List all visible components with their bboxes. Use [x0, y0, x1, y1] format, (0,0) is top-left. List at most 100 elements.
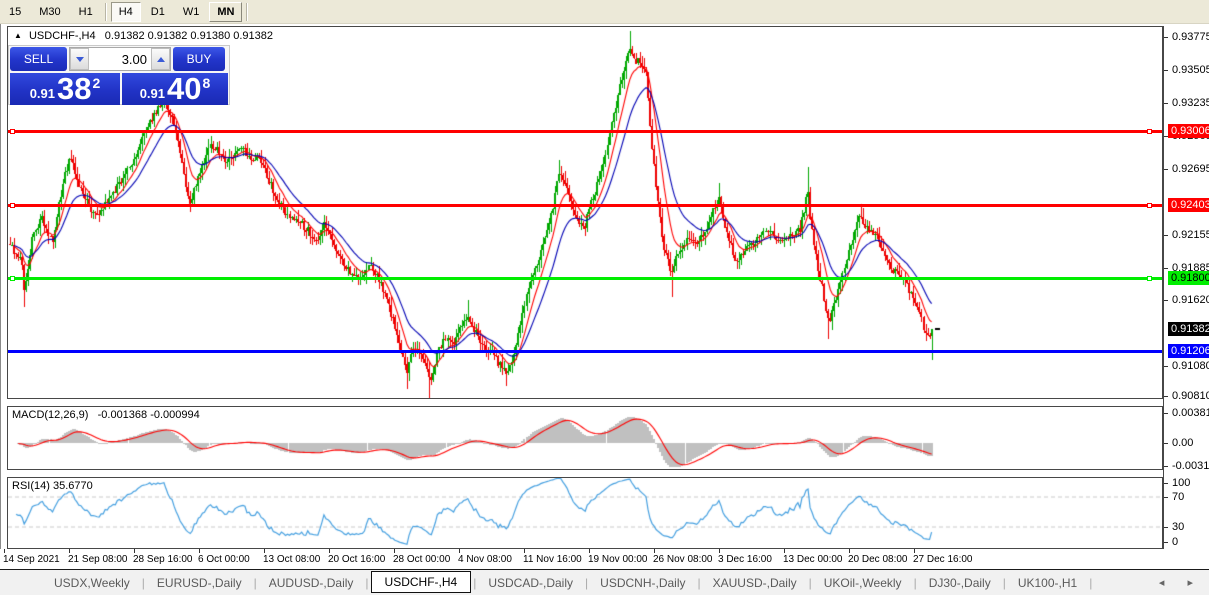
timeframe-button-D1[interactable]: D1	[143, 2, 173, 22]
horizontal-level-line-0.93006[interactable]	[8, 129, 1162, 134]
time-axis-label: 27 Dec 16:00	[913, 554, 973, 565]
sell-button[interactable]: SELL	[10, 47, 67, 71]
time-axis-label: 21 Sep 08:00	[68, 554, 128, 565]
time-axis-label: 13 Oct 08:00	[263, 554, 321, 565]
macd-axis-label: 0.003811	[1172, 407, 1209, 419]
price-axis-label: 0.92155	[1172, 229, 1209, 241]
chart-tab-10[interactable]: UK100-,H1	[1008, 573, 1087, 593]
tab-separator: |	[473, 575, 477, 590]
chart-tab-4[interactable]: USDCHF-,H4	[370, 570, 472, 593]
price-axis-label: 0.90810	[1172, 390, 1209, 402]
line-handle	[1147, 276, 1152, 281]
timeframe-button-H4[interactable]: H4	[110, 1, 141, 22]
bid-price-prefix: 0.91	[29, 86, 56, 101]
time-axis-label: 28 Oct 00:00	[393, 554, 451, 565]
price-axis-tick	[1164, 366, 1168, 367]
horizontal-level-line-0.92403[interactable]	[8, 203, 1162, 208]
tab-scroll-right-icon[interactable]: ▸	[1187, 577, 1203, 589]
macd-indicator-panel: MACD(12,26,9) -0.001368 -0.000994	[7, 406, 1163, 470]
chart-tab-3[interactable]: AUDUSD-,Daily	[259, 573, 364, 593]
price-axis: 0.937750.935050.932350.929650.926950.921…	[1163, 26, 1209, 549]
time-axis-tick	[784, 549, 785, 553]
time-axis-tick	[849, 549, 850, 553]
tab-separator: |	[585, 575, 589, 590]
volume-increase-button[interactable]	[151, 48, 170, 70]
macd-axis-tick	[1164, 466, 1168, 467]
rsi-axis-label: 0	[1172, 536, 1179, 548]
chart-tab-2[interactable]: EURUSD-,Daily	[147, 573, 252, 593]
price-axis-tick	[1164, 235, 1168, 236]
time-axis-tick	[329, 549, 330, 553]
rsi-axis-label: 70	[1172, 491, 1185, 503]
main-chart-panel: ▲ USDCHF-,H4 0.91382 0.91382 0.91380 0.9…	[7, 26, 1163, 399]
chart-symbol-period: USDCHF-,H4	[28, 30, 96, 42]
line-handle	[1147, 129, 1152, 134]
time-axis-label: 19 Nov 00:00	[588, 554, 648, 565]
price-axis-label: 0.91080	[1172, 360, 1209, 372]
time-axis-label: 20 Oct 16:00	[328, 554, 386, 565]
chart-title: ▲ USDCHF-,H4 0.91382 0.91382 0.91380 0.9…	[14, 30, 273, 42]
horizontal-level-line-0.91800[interactable]	[8, 276, 1162, 281]
price-axis-label: 0.92695	[1172, 163, 1209, 175]
chart-tab-bar: USDX,Weekly | EURUSD-,Daily | AUDUSD-,Daily |…	[0, 569, 1209, 595]
collapse-triangle-icon[interactable]: ▲	[14, 31, 22, 40]
rsi-label: RSI(14) 35.6770	[12, 480, 93, 492]
toolbar-separator	[246, 2, 249, 21]
line-handle	[10, 129, 15, 134]
chart-tab-1[interactable]: USDX,Weekly	[44, 573, 140, 593]
horizontal-level-line-0.91206[interactable]	[8, 350, 1162, 353]
bid-price-point: 2	[92, 75, 101, 91]
rsi-chart[interactable]	[8, 478, 1162, 548]
tab-scroll-arrows: ◂ ▸	[1159, 576, 1203, 589]
time-axis-tick	[69, 549, 70, 553]
time-axis-tick	[914, 549, 915, 553]
line-handle	[10, 276, 15, 281]
timeframe-button-MN[interactable]: MN	[209, 1, 243, 22]
time-axis-label: 26 Nov 08:00	[653, 554, 713, 565]
time-axis: 14 Sep 2021 21 Sep 08:00 28 Sep 16:00 6 Oct…	[0, 549, 1163, 569]
macd-values: -0.001368 -0.000994	[97, 409, 200, 421]
volume-input[interactable]	[89, 48, 151, 70]
time-axis-label: 3 Dec 16:00	[718, 554, 772, 565]
line-handle	[1147, 203, 1152, 208]
tab-separator: |	[141, 575, 145, 590]
time-axis-tick	[199, 549, 200, 553]
chart-tab-8[interactable]: UKOil-,Weekly	[814, 573, 912, 593]
level-price-badge: 0.91800	[1168, 271, 1209, 285]
time-axis-tick	[524, 549, 525, 553]
time-axis-label: 6 Oct 00:00	[198, 554, 250, 565]
timeframe-button-15[interactable]: 15	[1, 2, 29, 22]
line-handle	[10, 203, 15, 208]
level-price-badge: 0.91206	[1168, 344, 1209, 358]
buy-button[interactable]: BUY	[173, 47, 225, 71]
macd-axis-tick	[1164, 413, 1168, 414]
volume-decrease-button[interactable]	[70, 48, 89, 70]
tab-separator: |	[808, 575, 812, 590]
macd-axis-label: -0.003115	[1172, 460, 1209, 472]
tab-scroll-left-icon[interactable]: ◂	[1159, 577, 1175, 589]
tab-separator: |	[697, 575, 701, 590]
time-axis-tick	[394, 549, 395, 553]
ask-price-display[interactable]: 0.91 40 8	[122, 73, 228, 105]
price-axis-tick	[1164, 268, 1168, 269]
chart-tab-7[interactable]: XAUUSD-,Daily	[703, 573, 807, 593]
bid-price-display[interactable]: 0.91 38 2	[10, 73, 120, 105]
time-axis-label: 4 Nov 08:00	[458, 554, 512, 565]
ask-price-pips: 40	[167, 71, 202, 106]
timeframe-button-W1[interactable]: W1	[175, 2, 208, 22]
level-price-badge: 0.93006	[1168, 124, 1209, 138]
rsi-axis-tick	[1164, 527, 1168, 528]
chart-tab-9[interactable]: DJ30-,Daily	[919, 573, 1001, 593]
timeframe-button-H1[interactable]: H1	[71, 2, 101, 22]
time-axis-tick	[4, 549, 5, 553]
tab-separator: |	[1002, 575, 1006, 590]
timeframe-button-M30[interactable]: M30	[31, 2, 68, 22]
chart-tab-6[interactable]: USDCNH-,Daily	[590, 573, 695, 593]
time-axis-label: 20 Dec 08:00	[848, 554, 908, 565]
mt4-workspace: 15 M30 H1 H4 D1 W1 MN ▲ USDCHF-,H4 0.91382 0.9…	[0, 0, 1209, 595]
timeframe-toolbar: 15 M30 H1 H4 D1 W1 MN	[0, 0, 1209, 24]
chart-tab-5[interactable]: USDCAD-,Daily	[478, 573, 583, 593]
ask-price-prefix: 0.91	[139, 86, 166, 101]
bid-price-pips: 38	[57, 71, 92, 106]
time-axis-tick	[654, 549, 655, 553]
